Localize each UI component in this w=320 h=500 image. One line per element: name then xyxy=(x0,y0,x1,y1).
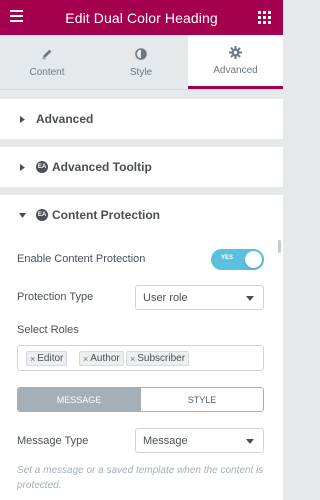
enable-content-protection-label: Enable Content Protection xyxy=(17,253,146,265)
section-advanced-title: Advanced xyxy=(36,112,94,126)
protection-type-value: User role xyxy=(143,291,188,304)
role-chip-label: Subscriber xyxy=(137,353,186,364)
message-style-switch: MESSAGE STYLE xyxy=(17,387,264,412)
message-description: Set a message or a saved template when t… xyxy=(17,465,264,491)
section-content-protection-title: Content Protection xyxy=(52,208,160,222)
ea-badge-icon: EA xyxy=(36,209,48,221)
scrollbar-thumb[interactable] xyxy=(278,240,281,253)
gear-icon xyxy=(229,45,243,59)
select-roles-field[interactable]: × Editor × Author × Subscriber xyxy=(17,345,264,371)
widgets-grid-icon[interactable] xyxy=(258,11,271,24)
hamburger-menu-icon[interactable] xyxy=(10,10,24,24)
caret-right-icon xyxy=(18,115,26,123)
caret-down-icon xyxy=(18,212,26,218)
toggle-knob xyxy=(245,251,262,268)
role-chip[interactable]: × Subscriber xyxy=(126,351,190,366)
remove-icon[interactable]: × xyxy=(30,354,35,364)
section-advanced-tooltip[interactable]: EA Advanced Tooltip xyxy=(0,147,283,187)
remove-icon[interactable]: × xyxy=(83,354,88,364)
tab-content-label: Content xyxy=(29,66,65,78)
header-title: Edit Dual Color Heading xyxy=(65,9,218,26)
tab-style-label: Style xyxy=(129,66,153,78)
section-advanced-tooltip-title: Advanced Tooltip xyxy=(52,160,152,174)
protection-type-select[interactable]: User role xyxy=(135,285,264,310)
tab-advanced[interactable]: Advanced xyxy=(188,35,283,89)
ea-badge-icon: EA xyxy=(36,161,48,173)
toggle-text: YES xyxy=(221,255,234,261)
enable-content-protection-toggle[interactable]: YES xyxy=(211,249,264,270)
role-chip[interactable]: × Author xyxy=(79,351,124,366)
half-circle-icon xyxy=(134,47,148,61)
role-chip[interactable]: × Editor xyxy=(26,351,68,366)
tab-style-segment[interactable]: STYLE xyxy=(140,388,263,411)
protection-type-label: Protection Type xyxy=(17,291,94,303)
message-type-value: Message xyxy=(143,434,188,447)
tab-content[interactable]: Content xyxy=(0,35,94,89)
tab-message[interactable]: MESSAGE xyxy=(18,388,140,411)
message-type-label: Message Type xyxy=(17,435,89,447)
remove-icon[interactable]: × xyxy=(130,354,135,364)
role-chip-label: Author xyxy=(90,353,120,364)
tab-style[interactable]: Style xyxy=(94,35,188,89)
caret-down-icon xyxy=(246,296,254,301)
caret-down-icon xyxy=(246,439,254,444)
section-content-protection[interactable]: EA Content Protection xyxy=(0,195,283,235)
pencil-icon xyxy=(40,47,54,61)
panel-tabs: Content Style Advanced xyxy=(0,35,283,89)
caret-right-icon xyxy=(18,163,26,171)
tabs-divider xyxy=(0,89,283,90)
editor-header: Edit Dual Color Heading xyxy=(0,0,283,35)
select-roles-label: Select Roles xyxy=(17,324,79,336)
tab-advanced-label: Advanced xyxy=(213,65,258,76)
message-type-select[interactable]: Message xyxy=(135,428,264,453)
role-chip-label: Editor xyxy=(37,353,64,364)
section-advanced[interactable]: Advanced xyxy=(0,99,283,139)
